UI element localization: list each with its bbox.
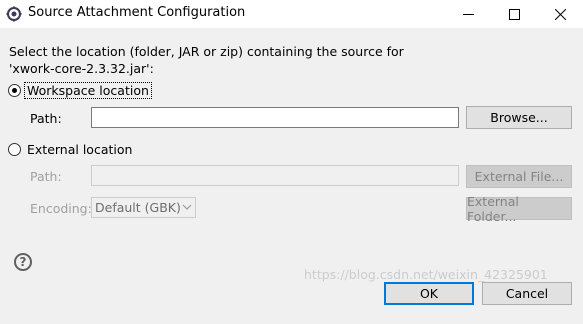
workspace-location-label: Workspace location [24, 82, 152, 99]
eclipse-gear-icon [6, 6, 22, 22]
external-location-label: External location [27, 142, 133, 157]
encoding-value: Default (GBK) [95, 200, 181, 215]
minimize-button[interactable] [445, 0, 491, 28]
external-file-button[interactable]: External File... [466, 165, 572, 188]
message-line-1: Select the location (folder, JAR or zip)… [9, 44, 404, 59]
close-icon [554, 8, 566, 20]
ok-button[interactable]: OK [384, 282, 474, 305]
workspace-path-label: Path: [30, 111, 62, 126]
encoding-select[interactable]: Default (GBK) [91, 197, 196, 218]
browse-button[interactable]: Browse... [466, 106, 572, 129]
external-path-label: Path: [30, 169, 62, 184]
external-folder-button[interactable]: External Folder... [466, 194, 572, 224]
cancel-button[interactable]: Cancel [482, 282, 572, 305]
help-icon[interactable]: ? [14, 253, 32, 271]
radio-selected-icon [8, 84, 21, 97]
workspace-location-radio[interactable]: Workspace location [8, 82, 152, 99]
workspace-path-input[interactable] [91, 107, 459, 128]
window-title: Source Attachment Configuration [28, 5, 246, 20]
encoding-label: Encoding: [30, 201, 92, 216]
external-path-input[interactable] [91, 165, 459, 186]
external-location-radio[interactable]: External location [8, 142, 134, 157]
maximize-button[interactable] [491, 0, 537, 28]
maximize-icon [508, 8, 520, 20]
radio-unselected-icon [8, 143, 21, 156]
message-line-2: 'xwork-core-2.3.32.jar': [9, 61, 154, 76]
chevron-down-icon [182, 204, 192, 210]
title-bar: Source Attachment Configuration [0, 0, 583, 29]
close-button[interactable] [537, 0, 583, 28]
minimize-icon [462, 13, 474, 15]
